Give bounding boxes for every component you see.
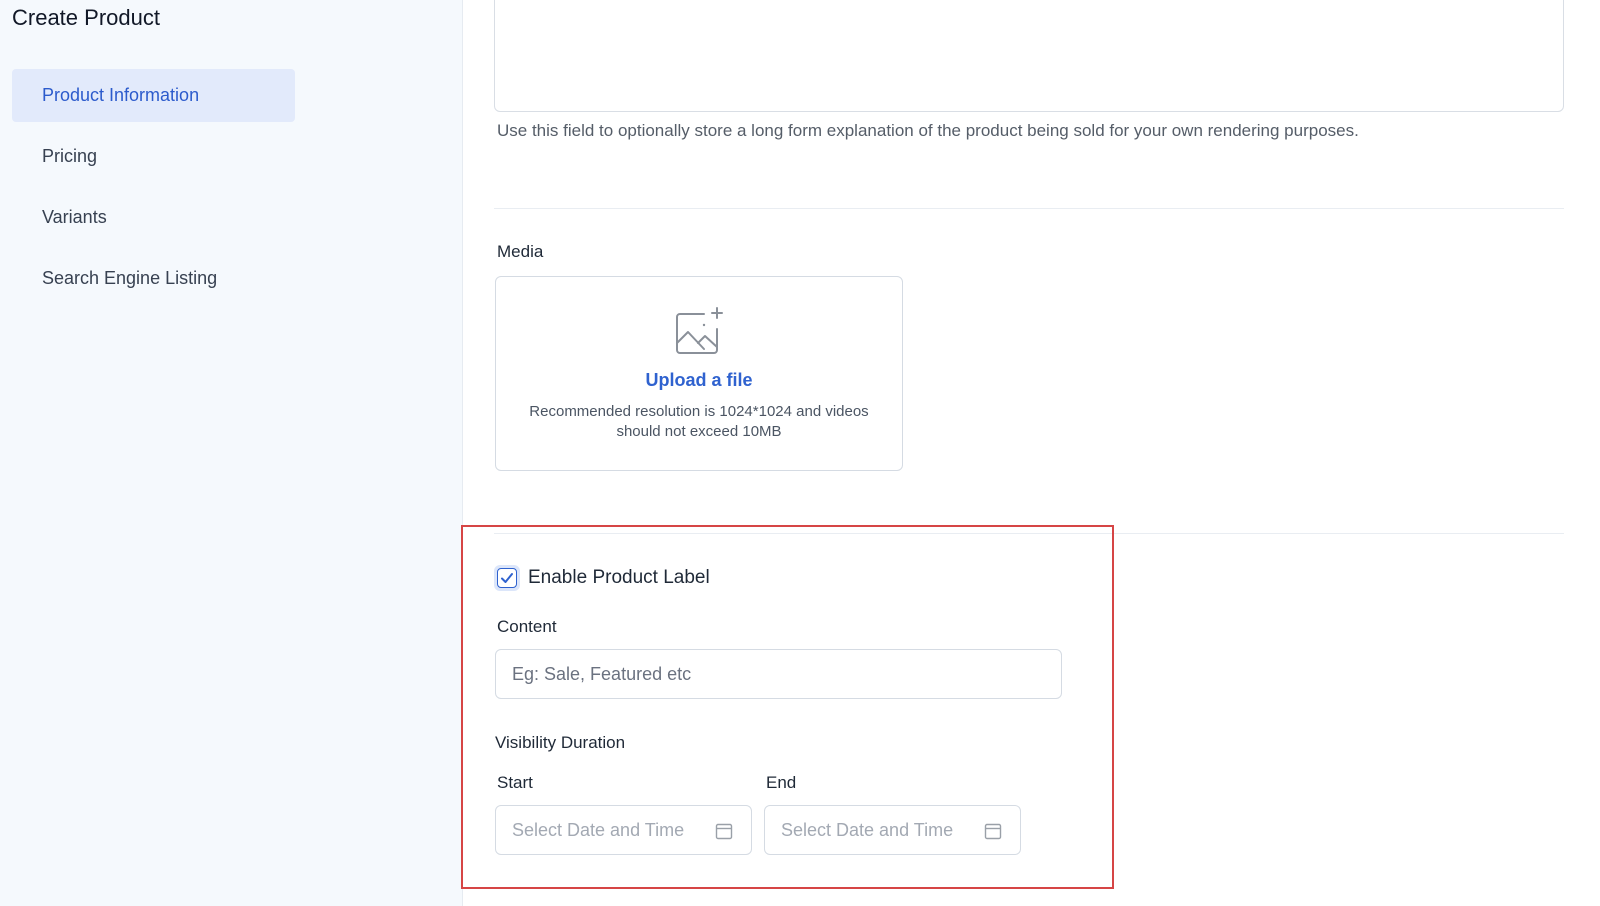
sidebar-item-pricing[interactable]: Pricing bbox=[12, 130, 295, 183]
start-label: Start bbox=[497, 773, 533, 792]
description-help-text: Use this field to optionally store a lon… bbox=[497, 121, 1359, 140]
create-product-page: Create Product Product Information Prici… bbox=[0, 0, 1600, 906]
end-label: End bbox=[766, 773, 797, 792]
start-date-picker[interactable]: Select Date and Time bbox=[495, 805, 752, 855]
calendar-icon bbox=[715, 823, 733, 840]
enable-product-label-text: Enable Product Label bbox=[528, 567, 710, 588]
checkbox-box bbox=[497, 568, 517, 588]
media-label: Media bbox=[497, 242, 544, 261]
description-textarea[interactable] bbox=[494, 0, 1564, 112]
end-date-placeholder: Select Date and Time bbox=[781, 820, 954, 840]
sidebar-item-product-information[interactable]: Product Information bbox=[12, 69, 295, 122]
checkmark-icon bbox=[501, 573, 513, 583]
calendar-icon bbox=[984, 823, 1002, 840]
image-plus-icon bbox=[676, 307, 723, 354]
start-date-placeholder: Select Date and Time bbox=[512, 820, 685, 840]
sidebar: Create Product Product Information Prici… bbox=[0, 0, 463, 906]
end-date-picker[interactable]: Select Date and Time bbox=[764, 805, 1021, 855]
main-content: Use this field to optionally store a lon… bbox=[461, 0, 1600, 906]
content-input[interactable] bbox=[495, 649, 1062, 699]
sidebar-item-search-engine-listing[interactable]: Search Engine Listing bbox=[12, 252, 295, 305]
content-label: Content bbox=[497, 617, 557, 636]
upload-file-link[interactable]: Upload a file bbox=[496, 370, 902, 391]
media-upload-dropzone[interactable]: Upload a file Recommended resolution is … bbox=[495, 276, 903, 471]
upload-hint: Recommended resolution is 1024*1024 and … bbox=[529, 403, 869, 440]
enable-product-label-checkbox[interactable] bbox=[494, 565, 520, 591]
sidebar-item-variants[interactable]: Variants bbox=[12, 191, 295, 244]
sidebar-nav: Product Information Pricing Variants Sea… bbox=[12, 69, 295, 313]
visibility-duration-label: Visibility Duration bbox=[495, 733, 626, 752]
section-divider bbox=[494, 208, 1564, 209]
page-title: Create Product bbox=[12, 5, 160, 30]
